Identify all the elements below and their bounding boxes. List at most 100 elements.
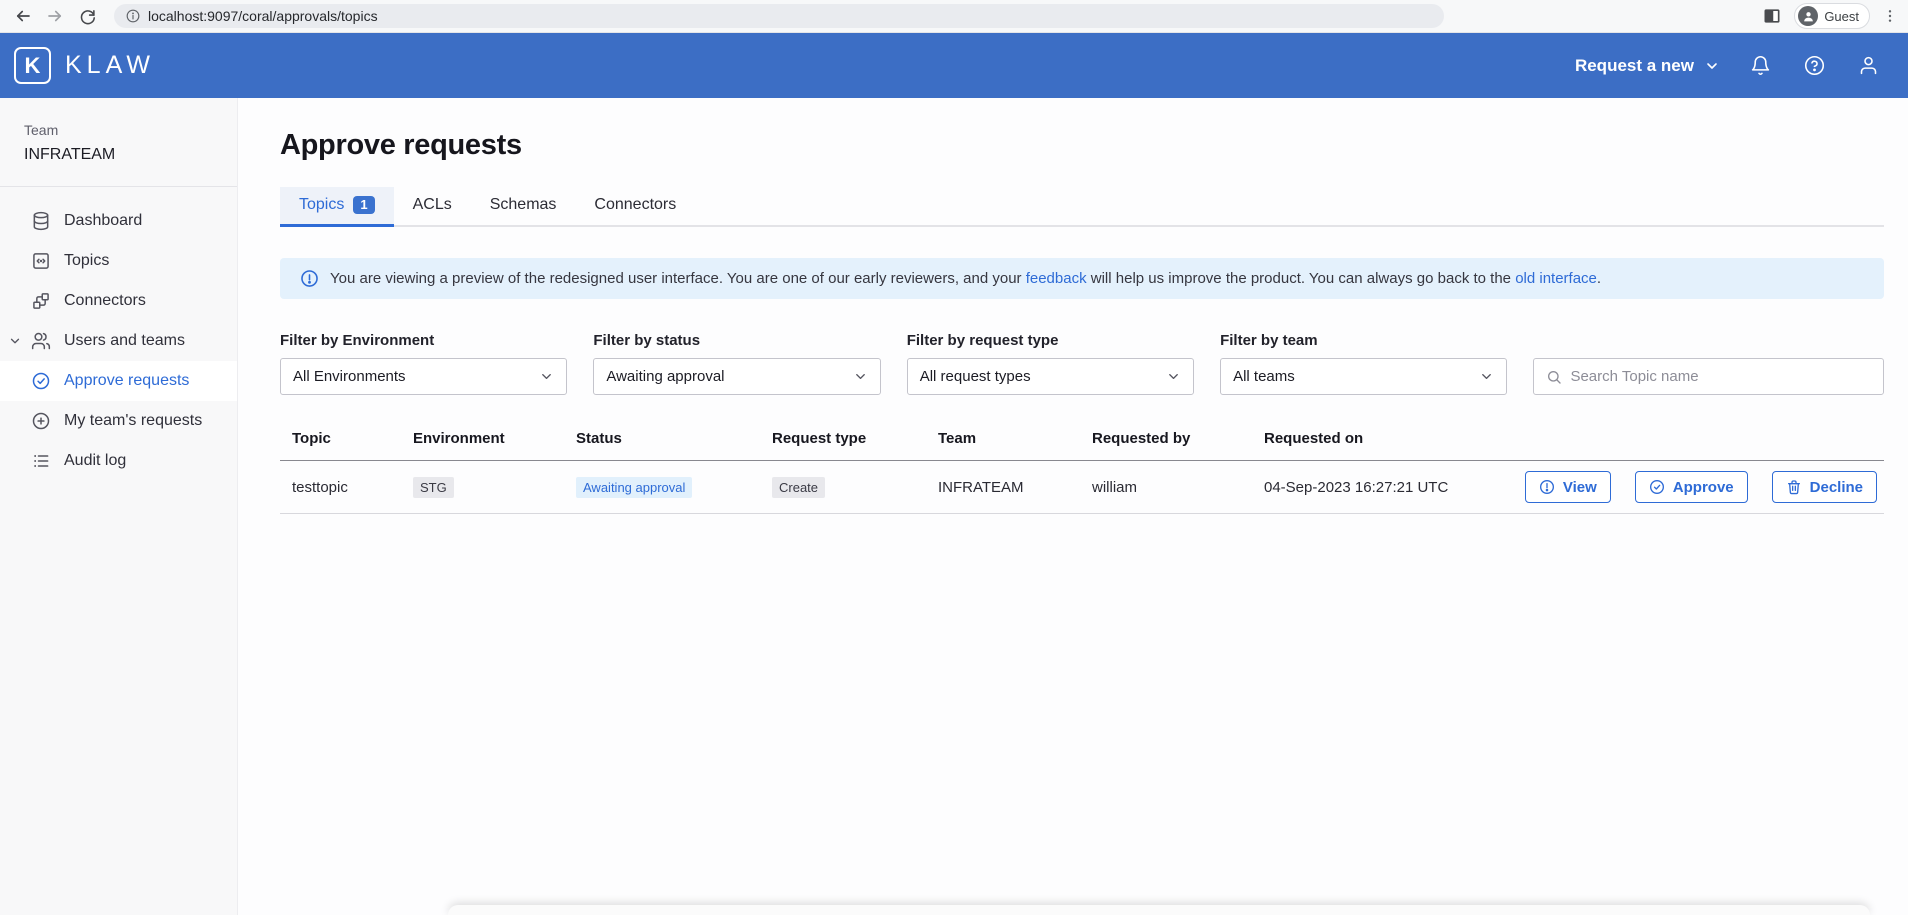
approve-button[interactable]: Approve [1635,471,1748,503]
table-header-row: Topic Environment Status Request type Te… [280,430,1884,461]
profile-avatar-icon [1798,6,1818,26]
sidebar-item-connectors[interactable]: Connectors [0,281,237,321]
help-button[interactable] [1800,52,1828,80]
user-icon [1858,55,1879,76]
help-circle-icon [1804,55,1825,76]
requests-table: Topic Environment Status Request type Te… [280,430,1884,514]
main-content: Approve requests Topics 1 ACLs Schemas C… [238,98,1908,915]
sidebar: Team INFRATEAM Dashboard Topics Connecto… [0,98,238,915]
view-button[interactable]: View [1525,471,1611,503]
row-actions: View Approve Decline [1492,471,1884,503]
bell-icon [1750,55,1771,76]
sidebar-item-label: Connectors [64,292,146,310]
col-environment: Environment [401,430,564,460]
sidebar-item-users-and-teams[interactable]: Users and teams [0,321,237,361]
status-badge: Awaiting approval [576,477,692,498]
connectors-icon [31,291,51,311]
tab-schemas[interactable]: Schemas [471,187,576,227]
view-button-label: View [1563,479,1597,496]
preview-banner: You are viewing a preview of the redesig… [280,258,1884,299]
sidebar-item-audit-log[interactable]: Audit log [0,441,237,481]
check-circle-icon [31,371,51,391]
klaw-logo-letter: K [25,53,41,79]
app-header: K KLAW Request a new [0,33,1908,98]
page-title: Approve requests [280,129,1884,162]
info-circle-icon [1539,479,1555,495]
notifications-button[interactable] [1746,52,1774,80]
tab-acls[interactable]: ACLs [394,187,471,227]
chevron-down-icon [1704,58,1720,74]
filter-environment-value: All Environments [293,368,406,385]
team-name: INFRATEAM [24,146,213,164]
tab-topics[interactable]: Topics 1 [280,187,394,227]
filter-team-label: Filter by team [1220,332,1507,349]
request-type-chip: Create [772,477,825,498]
arrow-left-icon [14,7,32,25]
filter-request-type-group: Filter by request type All request types [907,332,1194,395]
tab-connectors[interactable]: Connectors [575,187,695,227]
tab-label: ACLs [413,196,452,214]
cell-environment: STG [401,477,564,498]
brand[interactable]: K KLAW [14,47,155,84]
list-icon [31,451,51,471]
url-text: localhost:9097/coral/approvals/topics [148,8,378,24]
browser-back-button[interactable] [10,3,36,29]
tab-bar: Topics 1 ACLs Schemas Connectors [280,187,1884,227]
filter-status-select[interactable]: Awaiting approval [593,358,880,395]
sidebar-item-my-teams-requests[interactable]: My team's requests [0,401,237,441]
banner-text-part3: . [1597,270,1601,287]
dashboard-icon [31,211,51,231]
chevron-down-icon [539,369,554,384]
address-bar[interactable]: localhost:9097/coral/approvals/topics [114,4,1444,28]
tab-label: Schemas [490,196,557,214]
filter-request-type-select[interactable]: All request types [907,358,1194,395]
cell-team: INFRATEAM [926,479,1080,496]
sidebar-item-dashboard[interactable]: Dashboard [0,201,237,241]
feedback-link[interactable]: feedback [1026,270,1087,287]
browser-menu-icon[interactable] [1882,8,1898,24]
topics-icon [31,251,51,271]
banner-text-part2: will help us improve the product. You ca… [1087,270,1516,287]
filter-environment-label: Filter by Environment [280,332,567,349]
tab-label: Connectors [594,196,676,214]
sidebar-item-label: Audit log [64,452,126,470]
sidebar-item-label: Approve requests [64,372,189,390]
klaw-logo-icon: K [14,47,51,84]
brand-name: KLAW [65,51,155,80]
approve-button-label: Approve [1673,479,1734,496]
sidebar-item-approve-requests[interactable]: Approve requests [0,361,237,401]
chevron-down-icon [1479,369,1494,384]
decline-button[interactable]: Decline [1772,471,1877,503]
topic-search [1533,358,1884,395]
browser-profile-chip[interactable]: Guest [1794,3,1870,29]
side-panel-icon[interactable] [1762,6,1782,26]
chevron-down-icon [8,334,22,348]
profile-name: Guest [1824,9,1859,24]
chevron-down-icon [1166,369,1181,384]
browser-forward-button[interactable] [42,3,68,29]
filter-environment-select[interactable]: All Environments [280,358,567,395]
dock-edge [448,905,1870,915]
cell-requested-on: 04-Sep-2023 16:27:21 UTC [1252,479,1492,496]
profile-button[interactable] [1854,52,1882,80]
col-request-type: Request type [760,430,926,460]
banner-text: You are viewing a preview of the redesig… [330,270,1601,287]
filter-team-select[interactable]: All teams [1220,358,1507,395]
arrow-right-icon [46,7,64,25]
browser-reload-button[interactable] [74,3,100,29]
team-label: Team [24,122,213,138]
old-interface-link[interactable]: old interface [1515,270,1597,287]
users-icon [31,331,51,351]
sidebar-item-topics[interactable]: Topics [0,241,237,281]
tab-count-badge: 1 [353,196,374,214]
search-input[interactable] [1570,368,1871,385]
col-requested-on: Requested on [1252,430,1492,460]
cell-requested-by: william [1080,479,1252,496]
filter-environment-group: Filter by Environment All Environments [280,332,567,395]
filter-status-group: Filter by status Awaiting approval [593,332,880,395]
search-group [1533,358,1884,395]
cell-request-type: Create [760,477,926,498]
request-a-new-dropdown[interactable]: Request a new [1575,56,1720,76]
cell-topic: testtopic [280,479,401,496]
col-topic: Topic [280,430,401,460]
